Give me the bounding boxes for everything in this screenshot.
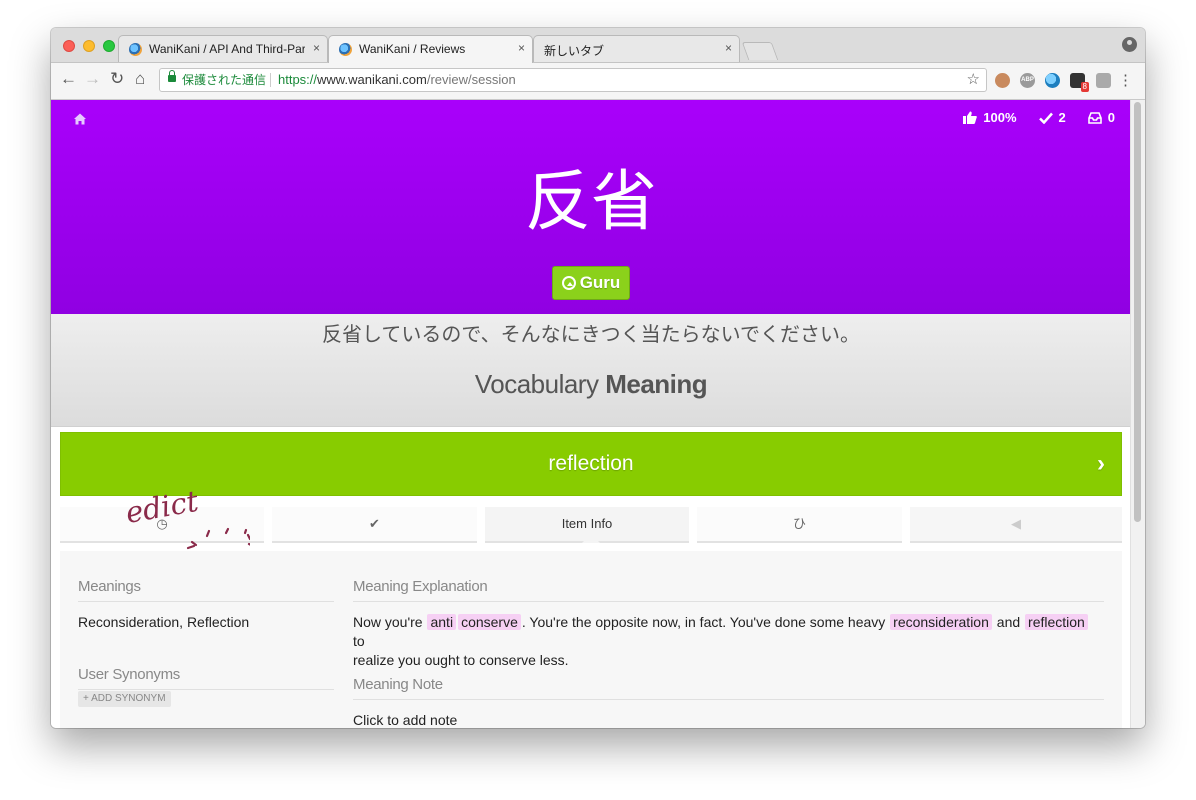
explanation-text: to xyxy=(353,633,365,649)
meanings-heading: Meanings xyxy=(78,578,334,602)
zoom-window-button[interactable] xyxy=(103,40,115,52)
active-tab-pointer xyxy=(582,534,600,543)
extension-badge: 8 xyxy=(1080,82,1089,92)
back-button[interactable]: ← xyxy=(60,69,77,89)
meaning-note[interactable]: Click to add note xyxy=(353,711,457,728)
url-scheme: https:// xyxy=(278,72,318,87)
tab-title: WaniKani / Reviews xyxy=(359,42,466,56)
accuracy-value: 100% xyxy=(983,110,1017,125)
explanation-text: Now you're xyxy=(353,614,427,630)
tab-close-icon[interactable]: × xyxy=(725,41,732,55)
browser-toolbar: ← → ↻ ⌂ 保護された通信 https://www.wanikani.com… xyxy=(51,63,1145,100)
menu-dots-icon[interactable]: ⋮ xyxy=(1118,71,1133,89)
review-stats: 100% 2 0 xyxy=(963,110,1115,125)
browser-window: WaniKani / API And Third-Part × WaniKani… xyxy=(51,28,1145,728)
completed-stat: 2 xyxy=(1038,110,1066,125)
meaning-explanation-heading: Meaning Explanation xyxy=(353,578,1104,602)
arrow-up-circle-icon xyxy=(561,276,576,290)
home-icon[interactable] xyxy=(73,112,87,126)
tab-strip: WaniKani / API And Third-Part × WaniKani… xyxy=(51,28,1145,63)
add-synonym-button[interactable]: + ADD SYNONYM xyxy=(78,691,171,707)
address-bar[interactable]: 保護された通信 https://www.wanikani.com/review/… xyxy=(159,68,987,92)
item-info-panel: Meanings Reconsideration, Reflection Use… xyxy=(60,551,1122,728)
review-character: 反省 xyxy=(525,163,657,240)
handwritten-annotation: edict xyxy=(123,484,250,550)
thumbs-up-icon xyxy=(963,111,978,124)
meaning-explanation: Now you're anti conserve. You're the oppo… xyxy=(353,613,1104,670)
meaning-note-heading: Meaning Note xyxy=(353,676,1104,700)
wanikani-favicon-icon xyxy=(129,43,142,56)
globe-extension-icon[interactable] xyxy=(1045,73,1060,88)
reload-button[interactable]: ↻ xyxy=(110,69,124,89)
review-page: 100% 2 0 反省 Guru 反省しているので、そんなにきつく当たらないでく… xyxy=(51,100,1131,728)
remaining-stat: 0 xyxy=(1087,110,1115,125)
context-sentence: 反省しているので、そんなにきつく当たらないでください。 xyxy=(322,322,860,346)
new-tab-button[interactable] xyxy=(741,42,779,60)
explanation-text-line2: realize you ought to conserve less. xyxy=(353,652,569,668)
question-type: Vocabulary Meaning xyxy=(51,369,1131,400)
annotation-text: edict xyxy=(123,484,201,530)
secure-label: 保護された通信 xyxy=(182,73,267,87)
tab-title: WaniKani / API And Third-Part xyxy=(149,42,305,56)
question-category-label: Meaning xyxy=(605,369,708,399)
url-host: www.wanikani.com xyxy=(317,72,427,87)
highlight-reflection: reflection xyxy=(1025,614,1088,630)
inbox-icon xyxy=(1087,111,1102,124)
url-text[interactable]: https://www.wanikani.com/review/session xyxy=(278,69,516,91)
tab-api-third-party[interactable]: WaniKani / API And Third-Part × xyxy=(118,35,328,62)
tab-close-icon[interactable]: × xyxy=(518,41,525,55)
url-path: /review/session xyxy=(426,72,516,87)
question-type-label: Vocabulary xyxy=(474,369,599,399)
scrollbar-thumb[interactable] xyxy=(1134,102,1141,522)
abp-extension-icon[interactable]: ABP xyxy=(1020,73,1035,88)
badge-extension-icon[interactable]: 8 xyxy=(1070,73,1089,92)
user-synonyms-heading: User Synonyms xyxy=(78,666,334,690)
highlight-anti: anti xyxy=(427,614,457,630)
question-prompt: 反省しているので、そんなにきつく当たらないでください。 Vocabulary M… xyxy=(51,314,1131,427)
meanings-value: Reconsideration, Reflection xyxy=(78,614,250,630)
tab-title: 新しいタブ xyxy=(544,44,605,58)
explanation-text: and xyxy=(992,614,1025,630)
profile-icon[interactable] xyxy=(1122,37,1137,52)
answer-text: reflection xyxy=(548,452,634,475)
reading-tab[interactable]: ひ xyxy=(697,507,902,543)
face-extension-icon[interactable] xyxy=(995,73,1010,88)
wanikani-favicon-icon xyxy=(339,43,352,56)
srs-level-badge: Guru xyxy=(552,266,630,300)
lock-icon xyxy=(168,70,176,82)
tab-close-icon[interactable]: × xyxy=(313,41,320,55)
highlight-conserve: conserve xyxy=(458,614,521,630)
audio-tab[interactable]: ◀ xyxy=(910,507,1122,543)
tab-reviews[interactable]: WaniKani / Reviews × xyxy=(328,35,533,63)
divider xyxy=(270,73,271,87)
bookmark-star-icon[interactable]: ☆ xyxy=(967,69,980,91)
home-button[interactable]: ⌂ xyxy=(135,69,145,89)
camera-extension-icon[interactable] xyxy=(1096,73,1111,88)
highlight-reconsideration: reconsideration xyxy=(890,614,992,630)
close-window-button[interactable] xyxy=(63,40,75,52)
forward-button[interactable]: → xyxy=(84,69,101,89)
correct-answers-tab[interactable]: ✔ xyxy=(272,507,477,543)
checkmark-icon xyxy=(1038,112,1053,124)
remaining-count: 0 xyxy=(1107,110,1115,125)
accuracy-stat: 100% xyxy=(963,110,1017,125)
explanation-text: . You're the opposite now, in fact. You'… xyxy=(521,614,890,630)
annotation-dashes xyxy=(186,527,250,550)
chevron-right-icon[interactable]: › xyxy=(1097,433,1105,495)
srs-level-label: Guru xyxy=(579,273,621,292)
review-header: 100% 2 0 反省 Guru xyxy=(51,100,1131,314)
completed-count: 2 xyxy=(1058,110,1066,125)
minimize-window-button[interactable] xyxy=(83,40,95,52)
tab-new-tab[interactable]: 新しいタブ × xyxy=(533,35,740,62)
page-scrollbar[interactable] xyxy=(1130,100,1145,728)
